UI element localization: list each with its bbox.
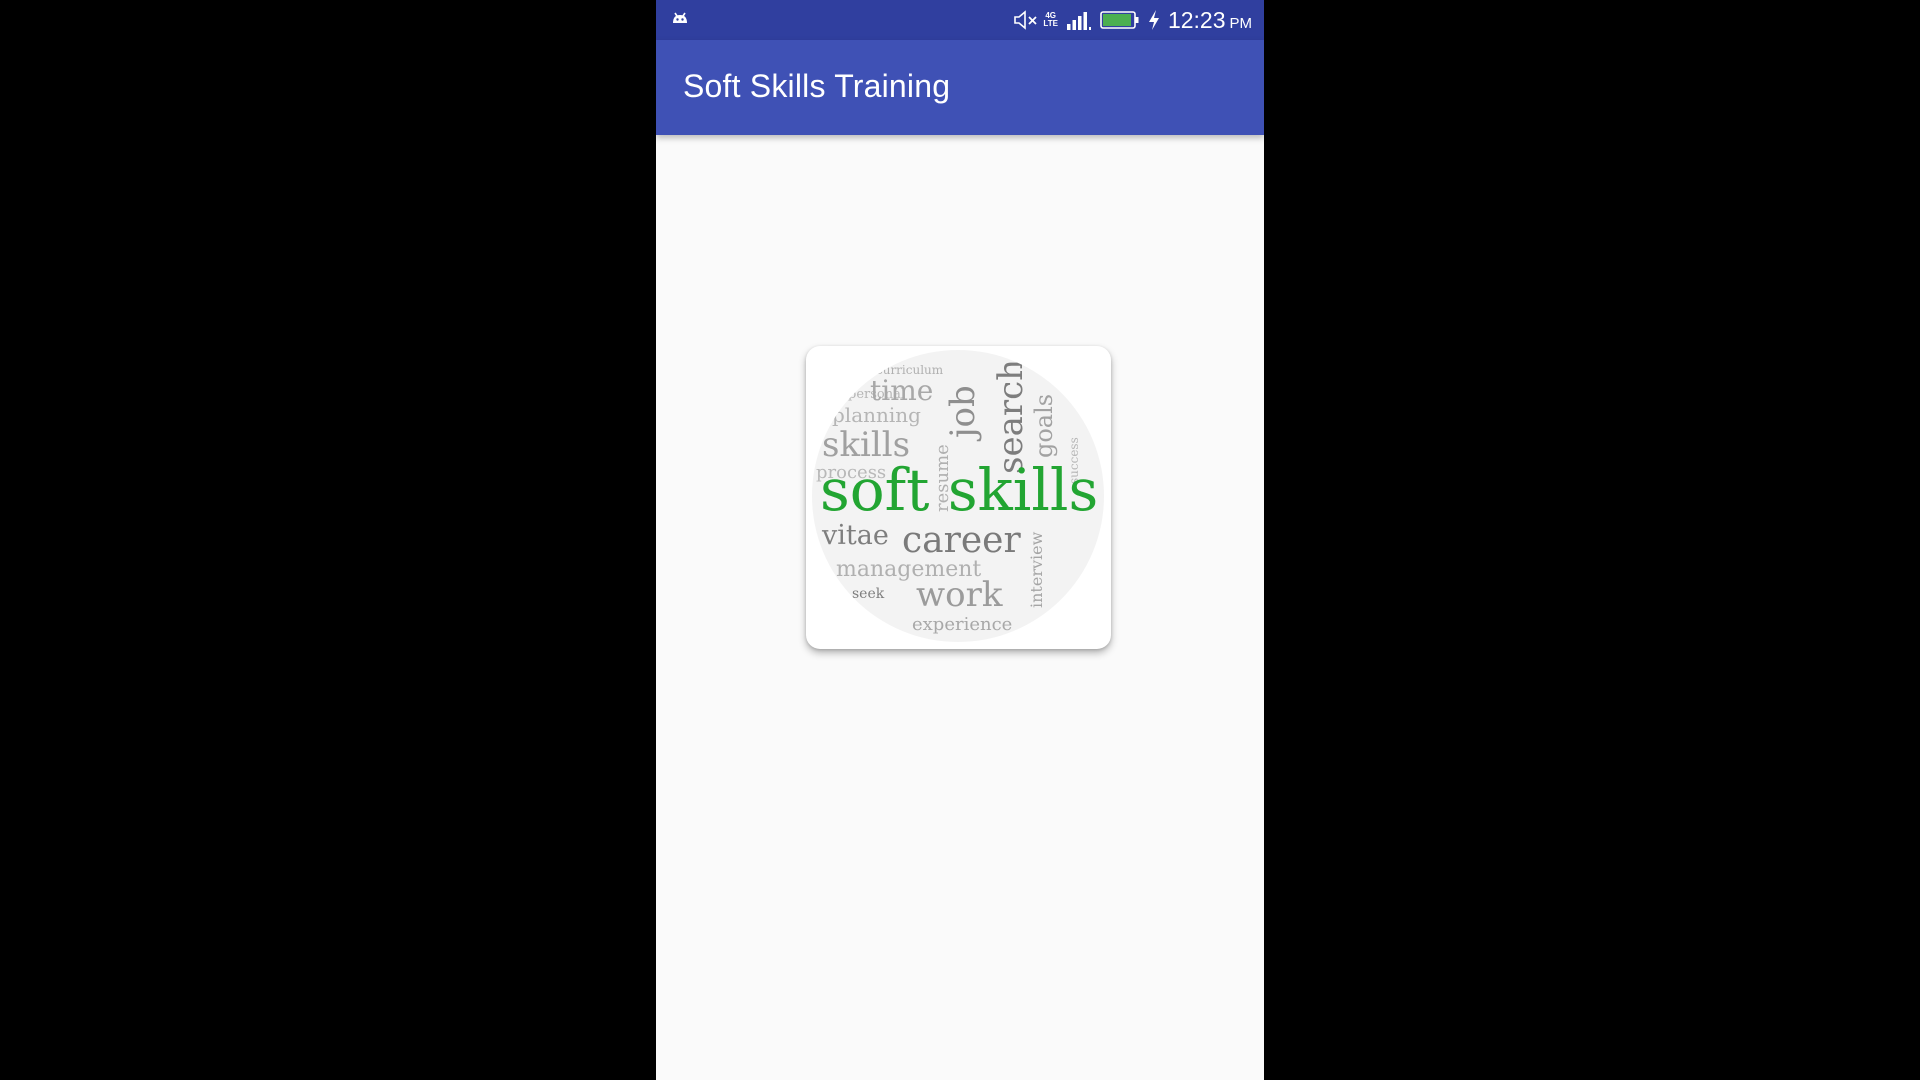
cloud-word: job — [943, 385, 983, 442]
signal-icon — [1066, 9, 1092, 31]
cloud-word: experience — [912, 614, 1012, 635]
battery-icon — [1100, 9, 1140, 31]
word-cloud-image: curriculum personal time job search goal… — [812, 350, 1104, 642]
cloud-main-phrase: soft skills — [820, 456, 1098, 524]
cloud-word: goals — [1030, 394, 1058, 458]
status-clock: 12:23 PM — [1168, 7, 1252, 34]
charging-icon — [1148, 9, 1160, 31]
clock-time: 12:23 — [1167, 6, 1226, 33]
android-debug-icon — [670, 9, 690, 29]
cloud-word: career — [902, 520, 1021, 561]
status-icons: 4G LTE 12:23 PM — [1005, 0, 1252, 40]
cloud-word: seek — [852, 586, 885, 602]
lte-bottom-label: LTE — [1043, 19, 1058, 28]
lte-icon: 4G LTE — [1043, 9, 1058, 31]
cloud-word: planning — [832, 403, 921, 427]
app-title: Soft Skills Training — [683, 68, 951, 104]
app-toolbar: Soft Skills Training — [656, 40, 1264, 135]
mute-icon — [1013, 9, 1039, 31]
soft-skills-image-card[interactable]: curriculum personal time job search goal… — [806, 346, 1111, 649]
cloud-word: vitae — [821, 520, 889, 551]
clock-ampm: PM — [1229, 14, 1253, 32]
phone-screen: 4G LTE 12:23 PM Soft Skills Training cur… — [656, 0, 1264, 1080]
cloud-word: interview — [1027, 531, 1046, 608]
status-bar: 4G LTE 12:23 PM — [656, 0, 1264, 40]
cloud-word: work — [916, 575, 1003, 615]
